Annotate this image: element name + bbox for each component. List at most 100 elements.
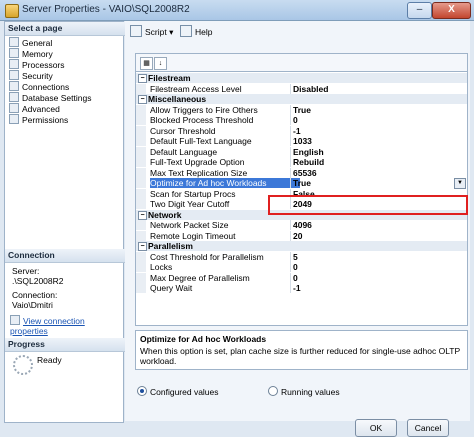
close-button[interactable]: X xyxy=(432,2,471,19)
column-divider xyxy=(290,220,291,230)
property-row[interactable]: Blocked Process Threshold 0 xyxy=(136,115,467,125)
page-item-connections[interactable]: Connections xyxy=(9,81,69,92)
property-row[interactable]: Filestream Access Level Disabled xyxy=(136,83,467,94)
page-item-security[interactable]: Security xyxy=(9,70,53,81)
category-row[interactable]: − Parallelism xyxy=(136,241,467,251)
column-divider xyxy=(290,157,291,167)
help-button[interactable]: Help xyxy=(180,25,212,38)
column-divider xyxy=(290,251,291,262)
property-value[interactable]: -1 xyxy=(293,126,463,136)
column-divider xyxy=(290,83,291,94)
property-value[interactable]: English xyxy=(293,147,463,157)
property-label: Locks xyxy=(150,262,173,272)
property-row[interactable]: Default Language English xyxy=(136,146,467,157)
row-gutter xyxy=(136,262,146,272)
row-gutter xyxy=(136,230,146,241)
window-title: Server Properties - VAIO\SQL2008R2 xyxy=(22,4,190,15)
page-item-label: Security xyxy=(22,71,53,81)
running-values-radio[interactable]: Running values xyxy=(268,386,340,398)
row-gutter xyxy=(136,125,146,136)
property-row[interactable]: Cursor Threshold -1 xyxy=(136,125,467,136)
property-row[interactable]: Cost Threshold for Parallelism 5 xyxy=(136,251,467,262)
page-item-advanced[interactable]: Advanced xyxy=(9,103,60,114)
property-label: Default Language xyxy=(150,146,218,157)
property-value[interactable]: 65536 xyxy=(293,168,463,178)
property-label: Parallelism xyxy=(148,241,193,251)
categorized-icon[interactable]: ▦ xyxy=(140,57,153,70)
property-row[interactable]: Max Text Replication Size 65536 xyxy=(136,167,467,178)
property-value[interactable]: True xyxy=(293,178,463,188)
property-label: Allow Triggers to Fire Others xyxy=(150,104,258,115)
column-divider xyxy=(290,167,291,178)
column-divider xyxy=(290,104,291,115)
left-pane: Select a page General Memory Processors Sec… xyxy=(4,21,126,423)
property-value[interactable]: True xyxy=(293,105,463,115)
server-label: Server: xyxy=(12,266,40,276)
category-row[interactable]: − Miscellaneous xyxy=(136,94,467,104)
server-value: .\SQL2008R2 xyxy=(12,276,64,286)
property-value[interactable]: -1 xyxy=(293,283,463,293)
alphabetical-icon[interactable]: ↓ xyxy=(154,57,167,70)
ok-button[interactable]: OK xyxy=(355,419,397,437)
view-connection-properties-label[interactable]: View connection properties xyxy=(10,316,85,336)
property-label: Query Wait xyxy=(150,283,193,293)
collapse-icon[interactable]: − xyxy=(138,210,147,220)
property-row[interactable]: Default Full-Text Language 1033 xyxy=(136,136,467,146)
property-value[interactable]: 1033 xyxy=(293,136,463,146)
page-icon xyxy=(9,70,19,80)
page-item-database-settings[interactable]: Database Settings xyxy=(9,92,91,103)
dropdown-arrow-icon[interactable]: ▾ xyxy=(169,27,173,37)
running-values-label: Running values xyxy=(281,387,340,397)
value-dropdown-icon[interactable]: ▼ xyxy=(454,178,466,189)
page-item-label: Permissions xyxy=(22,115,69,125)
page-item-memory[interactable]: Memory xyxy=(9,48,53,59)
property-value[interactable]: 0 xyxy=(293,115,463,125)
property-label: Filestream Access Level xyxy=(150,83,242,94)
page-icon xyxy=(9,103,19,113)
property-row[interactable]: Max Degree of Parallelism 0 xyxy=(136,272,467,283)
property-value[interactable]: Rebuild xyxy=(293,157,463,167)
property-value[interactable]: 4096 xyxy=(293,220,463,230)
script-button[interactable]: Script ▾ xyxy=(130,25,173,38)
view-connection-properties-link[interactable]: View connection properties xyxy=(10,315,123,336)
category-row[interactable]: − Filestream xyxy=(136,73,467,83)
column-divider xyxy=(290,272,291,283)
property-row[interactable]: Allow Triggers to Fire Others True xyxy=(136,104,467,115)
cancel-button[interactable]: Cancel xyxy=(407,419,449,437)
progress-status: Ready xyxy=(37,355,62,365)
property-value[interactable]: 5 xyxy=(293,252,463,262)
page-item-processors[interactable]: Processors xyxy=(9,59,65,70)
property-row[interactable]: Network Packet Size 4096 xyxy=(136,220,467,230)
page-item-label: Database Settings xyxy=(22,93,92,103)
collapse-icon[interactable]: − xyxy=(138,74,147,83)
property-value[interactable]: Disabled xyxy=(293,84,463,94)
property-value[interactable]: 20 xyxy=(293,231,463,241)
property-label: Optimize for Ad hoc Workloads xyxy=(150,178,300,188)
highlight-box xyxy=(268,195,468,215)
page-item-permissions[interactable]: Permissions xyxy=(9,114,68,125)
row-gutter xyxy=(136,146,146,157)
configured-values-radio[interactable]: Configured values xyxy=(137,386,219,398)
page-item-label: Connections xyxy=(22,82,70,92)
page-item-label: Processors xyxy=(22,60,65,70)
property-label: Max Text Replication Size xyxy=(150,167,248,178)
progress-header: Progress xyxy=(5,338,126,352)
property-value[interactable]: 0 xyxy=(293,273,463,283)
property-label: Full-Text Upgrade Option xyxy=(150,157,245,167)
page-item-general[interactable]: General xyxy=(9,37,52,48)
property-row[interactable]: Full-Text Upgrade Option Rebuild xyxy=(136,157,467,167)
description-text: When this option is set, plan cache size… xyxy=(140,346,461,366)
title-bar[interactable]: Server Properties - VAIO\SQL2008R2 – X xyxy=(0,0,474,21)
row-gutter xyxy=(136,251,146,262)
collapse-icon[interactable]: − xyxy=(138,242,147,251)
minimize-button[interactable]: – xyxy=(407,2,432,19)
page-icon xyxy=(9,81,19,91)
column-divider xyxy=(290,115,291,125)
page-icon xyxy=(9,37,19,47)
property-row[interactable]: Remote Login Timeout 20 xyxy=(136,230,467,241)
collapse-icon[interactable]: − xyxy=(138,95,147,104)
property-row[interactable]: Locks 0 xyxy=(136,262,467,272)
property-value[interactable]: 0 xyxy=(293,262,463,272)
property-row[interactable]: Query Wait -1 xyxy=(136,283,467,293)
property-row[interactable]: Optimize for Ad hoc Workloads True ▼ xyxy=(136,178,467,189)
